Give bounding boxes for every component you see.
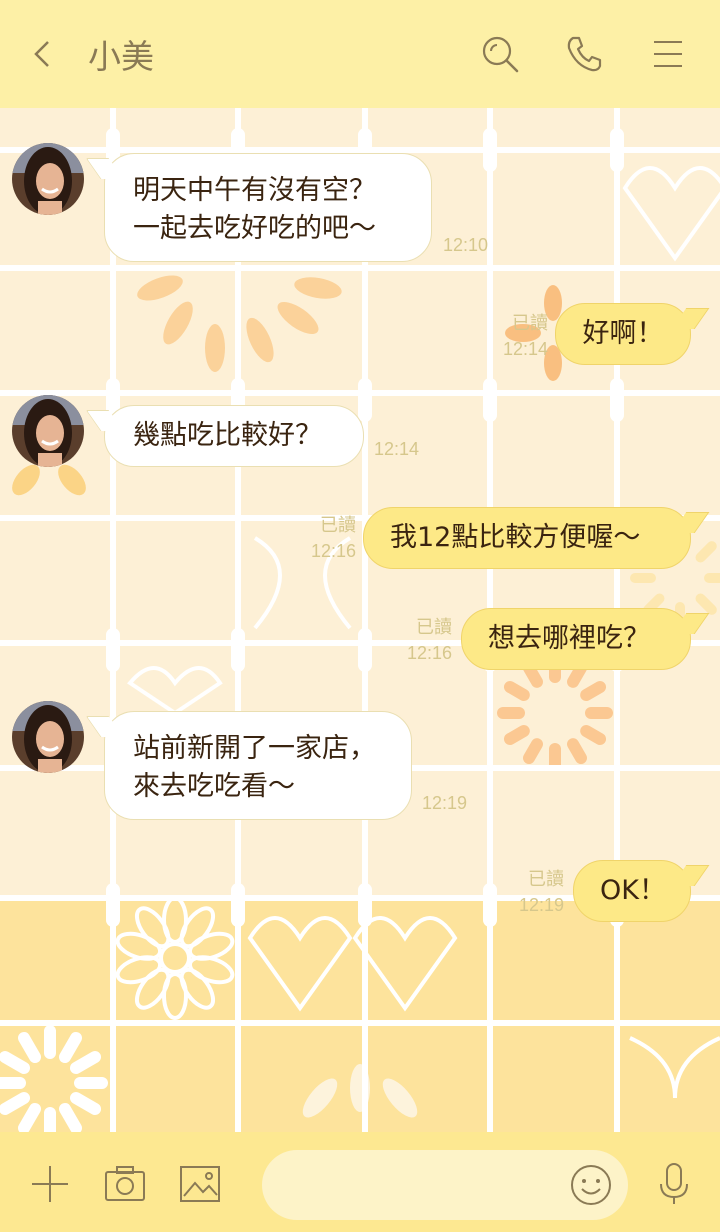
contact-avatar[interactable] — [12, 395, 84, 467]
incoming-message-bubble[interactable]: 站前新開了一家店， 來去吃吃看～ — [104, 711, 412, 820]
outgoing-message-bubble[interactable]: 我12點比較方便喔～ — [363, 507, 691, 569]
message-read-status: 已讀 12:14 — [490, 310, 548, 362]
message-text-line: 明天中午有沒有空？ — [133, 175, 376, 206]
message-text-line: 來去吃吃看～ — [133, 771, 295, 802]
message-timestamp: 12:14 — [374, 439, 420, 459]
contact-avatar[interactable] — [12, 701, 84, 773]
read-receipt: 已讀 — [416, 617, 452, 637]
message-read-status: 已讀 12:16 — [394, 614, 452, 666]
search-icon[interactable] — [480, 34, 520, 74]
read-receipt: 已讀 — [320, 515, 356, 535]
camera-icon[interactable] — [103, 1162, 147, 1206]
message-timestamp: 12:19 — [422, 793, 468, 813]
outgoing-message-bubble[interactable]: 想去哪裡吃？ — [461, 608, 691, 670]
message-timestamp: 12:16 — [406, 643, 452, 663]
chat-input-bar — [0, 1132, 720, 1232]
outgoing-message-bubble[interactable]: OK！ — [573, 860, 691, 922]
contact-avatar[interactable] — [12, 143, 84, 215]
image-icon[interactable] — [178, 1162, 222, 1206]
emoji-icon[interactable] — [568, 1162, 614, 1208]
read-receipt: 已讀 — [512, 313, 548, 333]
message-text-line: 站前新開了一家店， — [133, 733, 376, 764]
message-timestamp: 12:14 — [502, 339, 548, 359]
message-timestamp: 12:19 — [518, 895, 564, 915]
incoming-message-bubble[interactable]: 明天中午有沒有空？ 一起去吃好吃的吧～ — [104, 153, 432, 262]
chat-title: 小美 — [88, 37, 154, 76]
message-timestamp: 12:10 — [443, 235, 489, 255]
outgoing-message-bubble[interactable]: 好啊！ — [555, 303, 691, 365]
plus-icon[interactable] — [28, 1162, 72, 1206]
message-input[interactable] — [262, 1150, 628, 1220]
message-text-line: 幾點吃比較好？ — [133, 420, 322, 451]
back-chevron-icon[interactable] — [28, 34, 58, 74]
message-timestamp: 12:16 — [310, 541, 356, 561]
message-text-line: 一起去吃好吃的吧～ — [133, 213, 376, 244]
microphone-icon[interactable] — [652, 1162, 696, 1206]
chat-header: 小美 — [0, 0, 720, 108]
read-receipt: 已讀 — [528, 869, 564, 889]
message-read-status: 已讀 12:19 — [506, 866, 564, 918]
incoming-message-bubble[interactable]: 幾點吃比較好？ — [104, 405, 364, 467]
menu-icon[interactable] — [648, 34, 688, 74]
phone-icon[interactable] — [564, 34, 604, 74]
message-read-status: 已讀 12:16 — [298, 512, 356, 564]
